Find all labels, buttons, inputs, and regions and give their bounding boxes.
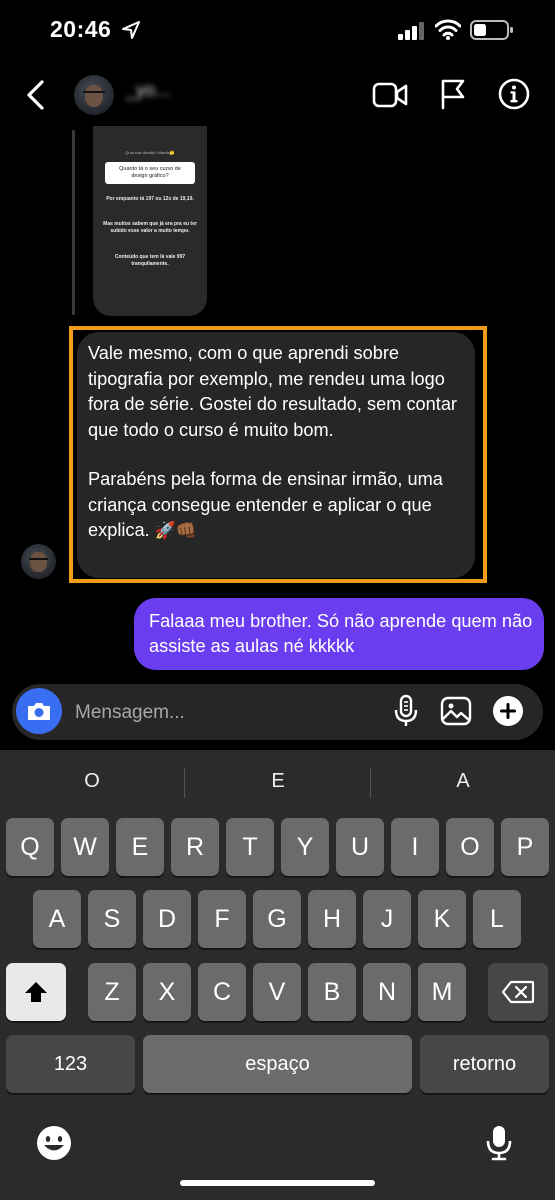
back-arrow-icon[interactable] <box>22 78 50 112</box>
key-h[interactable]: H <box>308 890 356 948</box>
header-username[interactable]: _yo... <box>126 80 170 101</box>
key-g[interactable]: G <box>253 890 301 948</box>
key-y[interactable]: Y <box>281 818 329 876</box>
story-answer-line: Conteúdo que tem lá vale 997 tranquilame… <box>114 254 186 268</box>
video-call-icon[interactable] <box>372 81 408 109</box>
gallery-icon[interactable] <box>440 695 472 727</box>
key-j[interactable]: J <box>363 890 411 948</box>
reply-indicator-line <box>72 130 75 315</box>
key-d[interactable]: D <box>143 890 191 948</box>
suggestion-3[interactable]: A <box>403 770 523 793</box>
story-reply-thumbnail[interactable]: Qual sua dúvida? Manda🤔 Quanto tá o seu … <box>93 126 207 316</box>
key-s[interactable]: S <box>88 890 136 948</box>
key-r[interactable]: R <box>171 818 219 876</box>
story-question: Quanto tá o seu curso de design gráfico? <box>105 162 195 184</box>
key-c[interactable]: C <box>198 963 246 1021</box>
add-content-icon[interactable] <box>492 695 524 727</box>
story-answer-line: Mas muitos sabem que já era pra eu ter s… <box>103 221 197 235</box>
key-l[interactable]: L <box>473 890 521 948</box>
suggestion-divider <box>370 768 371 798</box>
signal-icon <box>398 22 424 40</box>
received-paragraph-2: Parabéns pela forma de ensinar irmão, um… <box>88 469 443 540</box>
battery-icon <box>470 20 513 40</box>
key-n[interactable]: N <box>363 963 411 1021</box>
home-indicator <box>180 1180 375 1186</box>
suggestion-divider <box>184 768 185 798</box>
delete-key[interactable] <box>488 963 548 1021</box>
sender-avatar[interactable] <box>21 544 56 579</box>
received-paragraph-1: Vale mesmo, com o que aprendi sobre tipo… <box>88 343 457 440</box>
header-avatar[interactable] <box>74 75 114 115</box>
suggestion-2[interactable]: E <box>218 770 338 793</box>
key-o[interactable]: O <box>446 818 494 876</box>
sent-message-text: Falaaa meu brother. Só não aprende quem … <box>149 611 533 656</box>
story-answer-line: Por enquanto tá 197 ou 12x de 19,19. <box>106 196 194 202</box>
key-k[interactable]: K <box>418 890 466 948</box>
key-a[interactable]: A <box>33 890 81 948</box>
return-key[interactable]: retorno <box>420 1035 549 1093</box>
suggestion-1[interactable]: O <box>32 770 152 793</box>
microphone-icon[interactable] <box>393 694 419 728</box>
camera-button[interactable] <box>16 688 62 734</box>
key-m[interactable]: M <box>418 963 466 1021</box>
shift-arrow-icon <box>25 982 47 1002</box>
status-time: 20:46 <box>50 16 112 42</box>
key-z[interactable]: Z <box>88 963 136 1021</box>
camera-icon <box>28 703 50 720</box>
key-w[interactable]: W <box>61 818 109 876</box>
info-icon[interactable] <box>498 78 530 110</box>
key-t[interactable]: T <box>226 818 274 876</box>
numbers-key[interactable]: 123 <box>6 1035 135 1093</box>
key-u[interactable]: U <box>336 818 384 876</box>
wifi-icon <box>435 19 461 40</box>
key-i[interactable]: I <box>391 818 439 876</box>
space-key[interactable]: espaço <box>143 1035 412 1093</box>
flag-icon[interactable] <box>440 78 466 110</box>
key-b[interactable]: B <box>308 963 356 1021</box>
key-q[interactable]: Q <box>6 818 54 876</box>
message-input[interactable] <box>73 686 377 740</box>
rocket-fist-emoji: 🚀👊🏾 <box>154 521 198 541</box>
location-arrow-icon <box>122 21 140 39</box>
key-e[interactable]: E <box>116 818 164 876</box>
story-question-title: Qual sua dúvida? Manda🤔 <box>125 150 175 155</box>
backspace-icon <box>501 980 535 1004</box>
key-p[interactable]: P <box>501 818 549 876</box>
emoji-icon[interactable] <box>35 1124 73 1162</box>
dictation-icon[interactable] <box>485 1124 513 1162</box>
shift-key[interactable] <box>6 963 66 1021</box>
key-x[interactable]: X <box>143 963 191 1021</box>
received-message-text: Vale mesmo, com o que aprendi sobre tipo… <box>88 341 468 545</box>
key-f[interactable]: F <box>198 890 246 948</box>
key-v[interactable]: V <box>253 963 301 1021</box>
